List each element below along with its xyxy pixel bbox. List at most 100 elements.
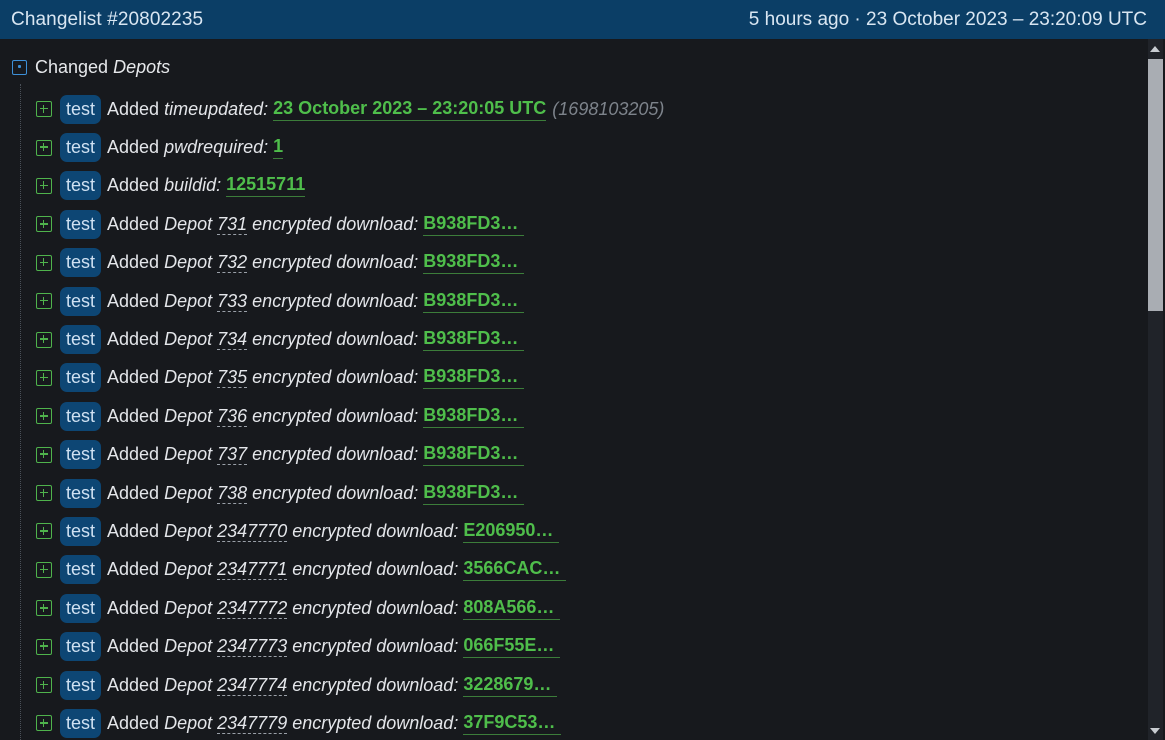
change-row: test Added Depot 737 encrypted download: B938… — [36, 436, 1136, 474]
depot-field-label: encrypted download: — [252, 444, 419, 465]
tag-badge: test — [60, 708, 102, 738]
tag-badge: test — [60, 325, 102, 355]
scrollbar-thumb[interactable] — [1148, 59, 1163, 311]
vertical-scrollbar[interactable] — [1146, 39, 1165, 740]
collapse-icon[interactable] — [12, 59, 27, 75]
field-value-link[interactable]: 808A566… — [463, 597, 561, 620]
field-value-link[interactable]: B938FD3… — [423, 482, 525, 505]
tag-badge: test — [60, 593, 102, 623]
tag-badge: test — [60, 286, 102, 316]
tag-badge: test — [60, 516, 102, 546]
plus-square-icon — [36, 216, 52, 233]
depot-field-label: encrypted download: — [252, 252, 419, 273]
tag-badge: test — [60, 401, 102, 431]
field-value-link[interactable]: B938FD3… — [423, 251, 525, 275]
plus-square-icon — [36, 369, 52, 386]
depot-id-link[interactable]: 2347773 — [217, 636, 288, 658]
change-row: test Added pwdrequired: 1 — [36, 128, 1136, 166]
plus-square-icon — [36, 523, 52, 540]
depot-field-label: encrypted download: — [252, 329, 419, 350]
depot-label: Depot — [164, 444, 213, 465]
plus-square-icon — [36, 715, 52, 732]
depot-id-link[interactable]: 733 — [217, 291, 248, 312]
depot-label: Depot — [164, 329, 213, 350]
change-row: test Added Depot 2347773 encrypted download:… — [36, 627, 1136, 665]
raw-timestamp: (1698103205) — [552, 98, 665, 119]
field-value-link[interactable]: 3566CAC… — [463, 558, 567, 582]
depot-id-link[interactable]: 2347771 — [217, 559, 288, 581]
field-value-link[interactable]: B938FD3… — [423, 290, 525, 313]
change-row: test Added Depot 2347774 encrypted download:… — [36, 666, 1136, 704]
change-list: test Added timeupdated: 23 October 2023 – 2… — [36, 90, 1136, 740]
change-verb: Added — [107, 674, 160, 695]
change-row: test Added Depot 2347779 encrypted download:… — [36, 704, 1136, 740]
section-title-prefix: Changed — [35, 56, 114, 77]
depot-id-link[interactable]: 731 — [217, 214, 248, 235]
change-verb: Added — [107, 252, 160, 273]
depot-label: Depot — [164, 520, 213, 541]
depot-id-link[interactable]: 2347774 — [217, 675, 288, 696]
plus-square-icon — [36, 638, 52, 655]
tag-badge: test — [60, 209, 102, 239]
depot-label: Depot — [164, 213, 213, 234]
field-value-link[interactable]: B938FD3… — [423, 366, 525, 390]
tag-badge: test — [60, 632, 102, 662]
field-value-link[interactable]: B938FD3… — [423, 443, 525, 467]
field-value-link[interactable]: 066F55E… — [463, 635, 561, 659]
scroll-down-arrow-icon[interactable] — [1150, 728, 1160, 734]
change-verb: Added — [107, 405, 160, 426]
field-value-link[interactable]: B938FD3… — [423, 213, 525, 236]
field-value: 12515711 — [226, 174, 306, 198]
depot-id-link[interactable]: 738 — [217, 483, 248, 504]
depot-field-label: encrypted download: — [252, 482, 419, 503]
plus-square-icon — [36, 254, 52, 271]
depot-field-label: encrypted download: — [252, 405, 419, 426]
plus-square-icon — [36, 677, 52, 694]
depot-id-link[interactable]: 734 — [217, 329, 248, 351]
depot-id-link[interactable]: 735 — [217, 367, 248, 389]
change-verb: Added — [107, 520, 160, 541]
changed-depots-section[interactable]: Changed Depots — [12, 57, 170, 77]
field-value-link[interactable]: E206950… — [463, 520, 560, 543]
depot-id-link[interactable]: 2347779 — [217, 713, 288, 734]
depot-field-label: encrypted download: — [292, 636, 459, 657]
depot-id-link[interactable]: 732 — [217, 252, 248, 274]
depot-field-label: encrypted download: — [252, 367, 419, 388]
plus-square-icon — [36, 485, 52, 502]
field-value-link[interactable]: B938FD3… — [423, 328, 525, 352]
depot-label: Depot — [164, 712, 213, 733]
depot-id-link[interactable]: 737 — [217, 444, 248, 466]
field-key: pwdrequired: — [164, 137, 269, 158]
depot-id-link[interactable]: 736 — [217, 406, 248, 427]
change-verb: Added — [107, 444, 160, 465]
plus-square-icon — [36, 331, 52, 348]
depot-id-link[interactable]: 2347770 — [217, 521, 288, 542]
depot-label: Depot — [164, 252, 213, 273]
field-value-link[interactable]: B938FD3… — [423, 405, 525, 428]
field-value-link[interactable]: 37F9C53… — [463, 712, 562, 735]
depot-id-link[interactable]: 2347772 — [217, 598, 288, 619]
depot-field-label: encrypted download: — [292, 520, 459, 541]
tag-badge: test — [60, 555, 102, 585]
depot-field-label: encrypted download: — [252, 290, 419, 311]
depot-label: Depot — [164, 367, 213, 388]
field-value: 1 — [273, 136, 284, 160]
depot-field-label: encrypted download: — [292, 712, 459, 733]
change-row: test Added Depot 736 encrypted download: B938… — [36, 397, 1136, 435]
scroll-up-arrow-icon[interactable] — [1150, 46, 1160, 52]
tag-badge: test — [60, 133, 102, 163]
depot-label: Depot — [164, 290, 213, 311]
change-row: test Added Depot 735 encrypted download: B938… — [36, 359, 1136, 397]
field-value-link[interactable]: 3228679… — [463, 674, 558, 697]
tag-badge: test — [60, 94, 102, 124]
change-verb: Added — [107, 367, 160, 388]
plus-square-icon — [36, 446, 52, 463]
change-verb: Added — [107, 175, 160, 196]
section-title-name: Depots — [113, 56, 171, 77]
depot-label: Depot — [164, 559, 213, 580]
tag-badge: test — [60, 171, 102, 201]
field-value: 23 October 2023 – 23:20:05 UTC — [273, 98, 547, 121]
change-row: test Added Depot 2347771 encrypted download:… — [36, 551, 1136, 589]
change-row: test Added Depot 734 encrypted download: B938… — [36, 320, 1136, 358]
change-row: test Added buildid: 12515711 — [36, 167, 1136, 205]
